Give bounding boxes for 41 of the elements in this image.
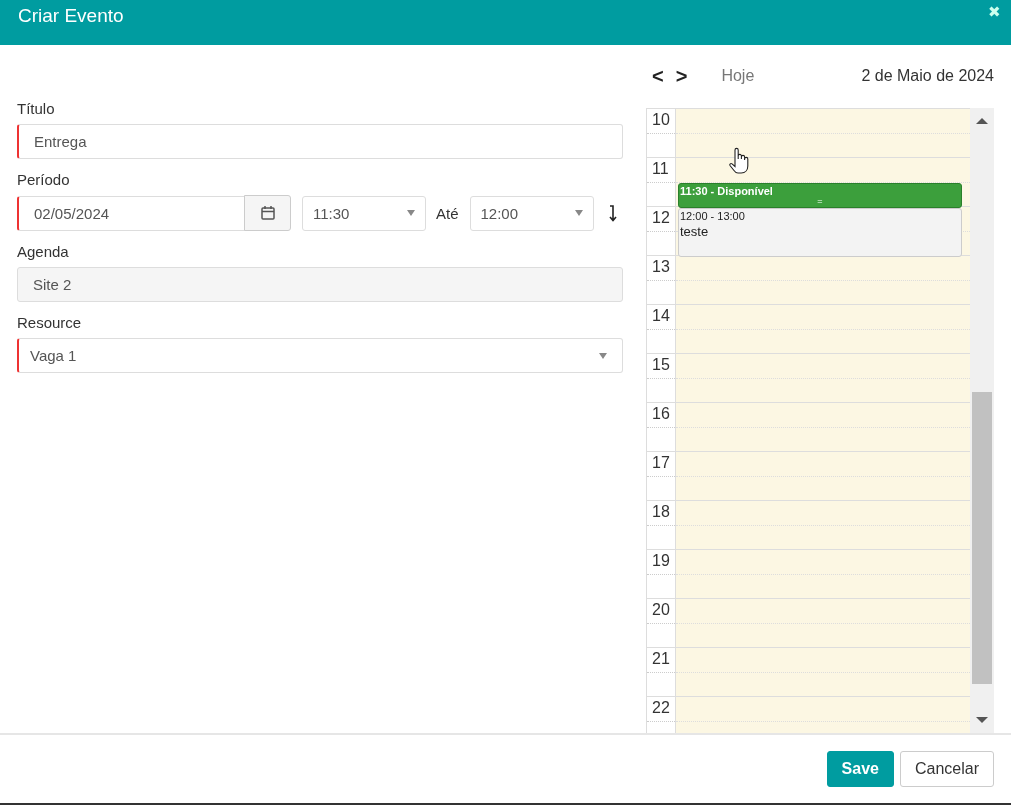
- time-select[interactable]: 11:30: [302, 195, 426, 231]
- window-title: Criar Evento: [18, 5, 124, 27]
- next-button[interactable]: >: [669, 64, 694, 88]
- caret-icon: [574, 210, 583, 216]
- hour-label: 21: [651, 648, 671, 668]
- select-field[interactable]: Vaga 1: [17, 338, 623, 373]
- field-label: Até: [436, 204, 459, 222]
- field-label: Título: [17, 100, 56, 117]
- field-label: Período: [17, 171, 71, 188]
- hour-label: 11: [651, 158, 670, 178]
- time-select[interactable]: 12:00: [469, 195, 594, 231]
- hour-label: 14: [651, 305, 671, 325]
- date-field[interactable]: 02/05/2024: [17, 195, 245, 231]
- hour-label: 18: [651, 501, 671, 521]
- today-button[interactable]: Hoje: [715, 66, 761, 87]
- event-block[interactable]: 12:00 - 13:00 teste: [678, 207, 962, 257]
- hour-label: 22: [651, 697, 671, 717]
- hour-label: 20: [651, 599, 671, 619]
- arrow-down-icon[interactable]: [607, 204, 618, 222]
- calendar-button[interactable]: [244, 195, 291, 231]
- calendar-icon: [259, 205, 276, 221]
- text-field[interactable]: Entrega: [17, 124, 623, 159]
- hour-label: 19: [651, 550, 671, 570]
- caret-icon: [407, 210, 415, 216]
- caret-icon: [599, 352, 607, 359]
- field-label: Resource: [17, 314, 83, 331]
- hour-label: 10: [651, 109, 671, 129]
- hour-label: 15: [651, 354, 671, 374]
- cancel-button[interactable]: Cancelar: [899, 751, 994, 787]
- scrollbar[interactable]: [970, 107, 994, 733]
- previous-button[interactable]: <: [646, 64, 670, 88]
- field-label: Agenda: [17, 243, 70, 260]
- event-title: 11:30 - Disponível: [679, 183, 774, 197]
- event-time: 12:00 - 13:00: [679, 208, 746, 222]
- hour-label: 17: [651, 452, 671, 472]
- hand-pointer-icon: [728, 146, 750, 175]
- hour-label: 12: [651, 207, 671, 227]
- hour-label: 13: [651, 256, 671, 276]
- hour-label: 16: [651, 403, 671, 423]
- calendar-date: 2 de Maio de 2024: [861, 67, 994, 86]
- event-title: teste: [679, 222, 710, 239]
